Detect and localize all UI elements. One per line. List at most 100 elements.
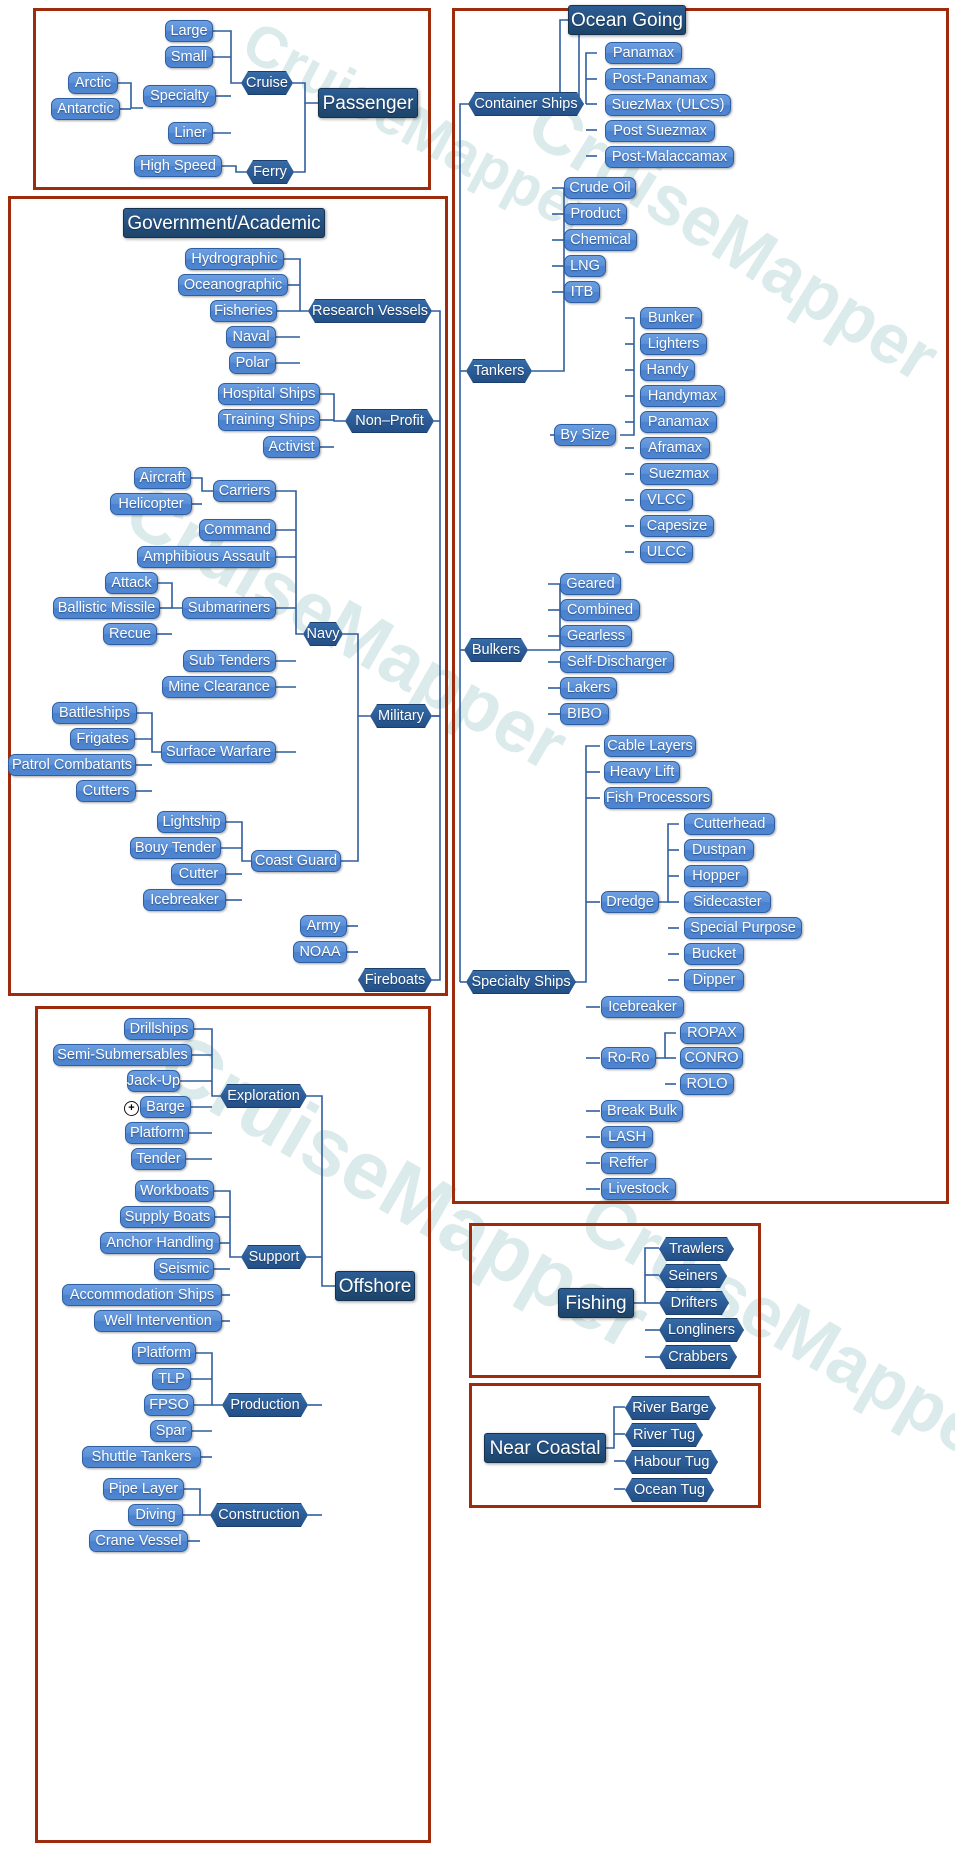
node-geared[interactable]: Geared (560, 573, 621, 595)
node-fisheries[interactable]: Fisheries (210, 300, 277, 322)
node-platform-exploration[interactable]: Platform (125, 1122, 189, 1144)
node-navy[interactable]: Navy (303, 622, 343, 646)
node-antarctic[interactable]: Antarctic (51, 98, 120, 120)
node-river-barge[interactable]: River Barge (625, 1396, 716, 1420)
node-activist[interactable]: Activist (263, 436, 320, 458)
node-ocean-root[interactable]: Ocean Going (568, 5, 686, 35)
node-sub-tenders[interactable]: Sub Tenders (183, 650, 276, 672)
node-container-ships[interactable]: Container Ships (468, 92, 584, 116)
node-surface-warfare[interactable]: Surface Warfare (161, 741, 276, 763)
node-crude-oil[interactable]: Crude Oil (564, 177, 636, 199)
node-liner[interactable]: Liner (168, 122, 213, 144)
node-crabbers[interactable]: Crabbers (659, 1345, 737, 1369)
node-trawlers[interactable]: Trawlers (659, 1237, 734, 1261)
node-lighters[interactable]: Lighters (640, 333, 707, 355)
node-dredge[interactable]: Dredge (601, 891, 659, 913)
node-longliners[interactable]: Longliners (659, 1318, 744, 1342)
node-diving[interactable]: Diving (128, 1504, 183, 1526)
node-passenger-root[interactable]: Passenger (318, 88, 418, 118)
node-fish-processors[interactable]: Fish Processors (604, 787, 712, 809)
node-platform-production[interactable]: Platform (132, 1342, 196, 1364)
node-product[interactable]: Product (564, 203, 627, 225)
node-fpso[interactable]: FPSO (144, 1394, 194, 1416)
node-dipper[interactable]: Dipper (684, 969, 744, 991)
node-large[interactable]: Large (165, 20, 213, 42)
node-attack[interactable]: Attack (105, 572, 158, 594)
node-amphibious-assault[interactable]: Amphibious Assault (137, 546, 276, 568)
node-carriers[interactable]: Carriers (213, 480, 276, 502)
node-habour-tug[interactable]: Habour Tug (625, 1450, 718, 1474)
node-ferry[interactable]: Ferry (246, 160, 294, 184)
node-oceanographic[interactable]: Oceanographic (178, 274, 288, 296)
node-mine-clearance[interactable]: Mine Clearance (162, 676, 276, 698)
node-handy[interactable]: Handy (640, 359, 695, 381)
node-high-speed[interactable]: High Speed (134, 155, 222, 177)
node-frigates[interactable]: Frigates (70, 728, 135, 750)
node-production[interactable]: Production (222, 1393, 308, 1417)
node-icebreaker-ocean[interactable]: Icebreaker (601, 996, 684, 1018)
node-aircraft[interactable]: Aircraft (134, 467, 191, 489)
node-workboats[interactable]: Workboats (135, 1180, 214, 1202)
node-sidecaster[interactable]: Sidecaster (684, 891, 771, 913)
node-fishing-root[interactable]: Fishing (558, 1288, 634, 1318)
node-itb[interactable]: ITB (564, 281, 600, 303)
node-fireboats[interactable]: Fireboats (358, 968, 432, 992)
node-ulcc[interactable]: ULCC (640, 541, 693, 563)
node-chemical[interactable]: Chemical (564, 229, 637, 251)
node-icebreaker-cg[interactable]: Icebreaker (143, 889, 226, 911)
node-specialty-ships[interactable]: Specialty Ships (466, 970, 576, 994)
node-supply-boats[interactable]: Supply Boats (120, 1206, 215, 1228)
node-semi-submersables[interactable]: Semi-Submersables (53, 1044, 192, 1066)
node-cable-layers[interactable]: Cable Layers (604, 735, 696, 757)
node-reffer[interactable]: Reffer (601, 1152, 656, 1174)
node-post-suezmax[interactable]: Post Suezmax (605, 120, 715, 142)
node-barge[interactable]: Barge (140, 1096, 191, 1118)
node-crane-vessel[interactable]: Crane Vessel (89, 1530, 188, 1552)
node-arctic[interactable]: Arctic (68, 72, 118, 94)
node-drifters[interactable]: Drifters (659, 1291, 729, 1315)
node-coastal-root[interactable]: Near Coastal (484, 1433, 606, 1463)
node-accommodation-ships[interactable]: Accommodation Ships (62, 1284, 222, 1306)
node-vlcc[interactable]: VLCC (640, 489, 693, 511)
node-specialty[interactable]: Specialty (143, 85, 216, 107)
node-heavy-lift[interactable]: Heavy Lift (604, 761, 680, 783)
node-cutterhead[interactable]: Cutterhead (684, 813, 775, 835)
node-dustpan[interactable]: Dustpan (684, 839, 754, 861)
node-command[interactable]: Command (199, 519, 276, 541)
node-naval[interactable]: Naval (226, 326, 276, 348)
node-recue[interactable]: Recue (103, 623, 157, 645)
node-combined[interactable]: Combined (560, 599, 640, 621)
node-river-tug[interactable]: River Tug (625, 1423, 703, 1447)
node-construction[interactable]: Construction (210, 1503, 308, 1527)
node-livestock[interactable]: Livestock (601, 1178, 676, 1200)
node-suezmax-ulcs[interactable]: SuezMax (ULCS) (605, 94, 731, 116)
node-conro[interactable]: CONRO (680, 1047, 743, 1069)
node-seiners[interactable]: Seiners (659, 1264, 727, 1288)
node-bunker[interactable]: Bunker (640, 307, 702, 329)
node-exploration[interactable]: Exploration (220, 1084, 307, 1108)
node-lakers[interactable]: Lakers (560, 677, 617, 699)
node-army[interactable]: Army (300, 915, 347, 937)
node-drillships[interactable]: Drillships (124, 1018, 194, 1040)
node-lash[interactable]: LASH (601, 1126, 653, 1148)
expand-plus-icon-barge[interactable]: + (124, 1101, 139, 1116)
node-submariners[interactable]: Submariners (182, 597, 276, 619)
node-bucket[interactable]: Bucket (684, 943, 744, 965)
node-lightship[interactable]: Lightship (157, 811, 226, 833)
node-break-bulk[interactable]: Break Bulk (601, 1100, 683, 1122)
node-battleships[interactable]: Battleships (52, 702, 137, 724)
node-gearless[interactable]: Gearless (560, 625, 632, 647)
node-polar[interactable]: Polar (229, 352, 276, 374)
node-tlp[interactable]: TLP (152, 1368, 191, 1390)
node-coast-guard[interactable]: Coast Guard (251, 850, 341, 872)
node-cruise[interactable]: Cruise (241, 71, 293, 95)
node-ropax[interactable]: ROPAX (680, 1022, 744, 1044)
node-self-discharger[interactable]: Self-Discharger (560, 651, 674, 673)
node-rolo[interactable]: ROLO (680, 1073, 734, 1095)
node-bouy-tender[interactable]: Bouy Tender (130, 837, 221, 859)
node-panamax-container[interactable]: Panamax (605, 42, 682, 64)
node-noaa[interactable]: NOAA (293, 941, 347, 963)
node-post-malaccamax[interactable]: Post-Malaccamax (605, 146, 734, 168)
node-jack-up[interactable]: Jack-Up (127, 1070, 180, 1092)
node-ocean-tug[interactable]: Ocean Tug (625, 1478, 714, 1502)
